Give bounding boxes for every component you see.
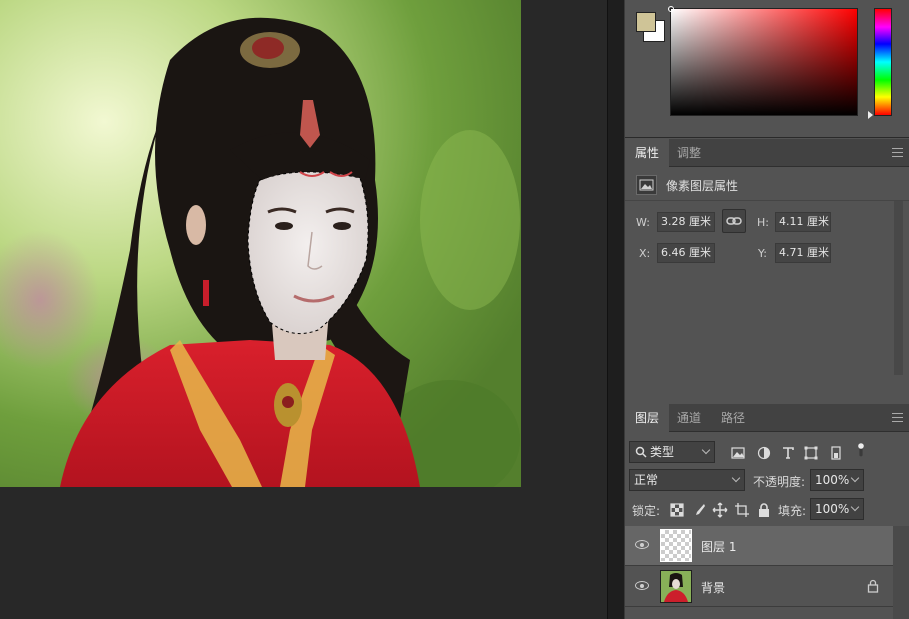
foreground-color-swatch[interactable] <box>636 12 656 32</box>
lock-image-pixels-icon[interactable] <box>691 502 707 518</box>
hue-slider-marker[interactable] <box>868 111 873 119</box>
properties-tabbar: 属性 调整 <box>625 139 909 167</box>
blend-row: 正常 不透明度: 100% <box>625 468 909 494</box>
layer-filter-value: 类型 <box>650 445 675 459</box>
height-label: H: <box>757 216 769 229</box>
layer-row-layer1[interactable]: 图层 1 <box>625 526 893 566</box>
link-dimensions-button[interactable] <box>722 209 746 233</box>
tab-channels[interactable]: 通道 <box>667 404 711 432</box>
layer-filter-dropdown[interactable]: 类型 <box>629 441 715 463</box>
y-field[interactable]: 4.71 厘米 <box>775 243 831 263</box>
search-icon <box>635 446 647 458</box>
layer-thumbnail-transparent <box>660 529 692 562</box>
layers-menu-icon[interactable] <box>892 413 903 422</box>
filter-shape-icon[interactable] <box>803 445 819 461</box>
layer-name[interactable]: 背景 <box>701 579 725 596</box>
width-field[interactable]: 3.28 厘米 <box>657 212 715 232</box>
color-picker-cursor[interactable] <box>668 6 674 12</box>
tab-layers[interactable]: 图层 <box>625 404 670 432</box>
opacity-label: 不透明度: <box>753 475 806 489</box>
layer-filter-row: 类型 <box>625 440 909 466</box>
layer-row-background[interactable]: 背景 <box>625 567 893 607</box>
canvas-image[interactable] <box>0 0 521 487</box>
panel-divider[interactable] <box>607 0 625 619</box>
opacity-field[interactable]: 100% <box>810 469 864 491</box>
properties-scrollbar[interactable] <box>894 201 903 375</box>
chevron-down-icon <box>850 502 860 512</box>
photoshop-window: 属性 调整 像素图层属性 W: 3.28 厘米 H: 4.11 厘米 X: 6.… <box>0 0 909 619</box>
tab-adjustments[interactable]: 调整 <box>667 139 711 167</box>
properties-panel: 属性 调整 像素图层属性 W: 3.28 厘米 H: 4.11 厘米 X: 6.… <box>625 139 909 403</box>
right-panel-dock: 属性 调整 像素图层属性 W: 3.28 厘米 H: 4.11 厘米 X: 6.… <box>625 0 909 619</box>
lock-transparent-pixels-icon[interactable] <box>669 502 685 518</box>
fill-label: 填充: <box>778 504 807 518</box>
blend-mode-dropdown[interactable]: 正常 <box>629 469 745 491</box>
width-label: W: <box>636 216 650 229</box>
lock-position-icon[interactable] <box>712 502 728 518</box>
lock-all-icon[interactable] <box>756 502 772 518</box>
filter-toggle-icon[interactable] <box>853 442 869 458</box>
opacity-value: 100% <box>815 473 850 487</box>
lock-label: 锁定: <box>632 504 661 518</box>
fill-value: 100% <box>815 502 850 516</box>
lock-row: 锁定: 填充: 100% <box>625 497 909 523</box>
pixel-layer-icon <box>636 175 657 195</box>
document-canvas-area[interactable] <box>0 0 607 619</box>
chevron-down-icon <box>701 445 711 455</box>
filter-type-icon[interactable] <box>780 445 796 461</box>
color-panel <box>625 0 909 138</box>
visibility-eye-icon[interactable] <box>635 581 649 590</box>
pixel-layer-properties-header: 像素图层属性 <box>625 169 909 201</box>
y-label: Y: <box>758 247 767 260</box>
x-field[interactable]: 6.46 厘米 <box>657 243 715 263</box>
filter-smart-object-icon[interactable] <box>828 445 844 461</box>
tab-properties[interactable]: 属性 <box>625 139 670 167</box>
lock-icon[interactable] <box>867 579 879 593</box>
filter-pixel-icon[interactable] <box>730 445 746 461</box>
properties-section-title: 像素图层属性 <box>666 179 739 193</box>
portrait-illustration <box>0 0 521 487</box>
visibility-eye-icon[interactable] <box>635 540 649 549</box>
fill-field[interactable]: 100% <box>810 498 864 520</box>
chevron-down-icon <box>731 473 741 483</box>
chain-link-icon <box>726 217 742 225</box>
height-field[interactable]: 4.11 厘米 <box>775 212 831 232</box>
layer-name[interactable]: 图层 1 <box>701 538 736 555</box>
tab-paths[interactable]: 路径 <box>711 404 755 432</box>
blend-mode-value: 正常 <box>634 473 659 487</box>
layers-tabbar: 图层 通道 路径 <box>625 404 909 432</box>
chevron-down-icon <box>850 473 860 483</box>
layers-panel: 图层 通道 路径 类型 正常 不透明度: 100% 锁定: 填充: 100% 图… <box>625 404 909 619</box>
hue-slider[interactable] <box>874 8 892 116</box>
filter-adjustment-icon[interactable] <box>756 445 772 461</box>
x-label: X: <box>639 247 651 260</box>
layers-scrollbar[interactable] <box>893 526 909 619</box>
color-picker-field[interactable] <box>670 8 858 116</box>
lock-artboard-icon[interactable] <box>734 502 750 518</box>
layer-thumbnail-photo <box>660 570 692 603</box>
panel-menu-icon[interactable] <box>892 148 903 157</box>
